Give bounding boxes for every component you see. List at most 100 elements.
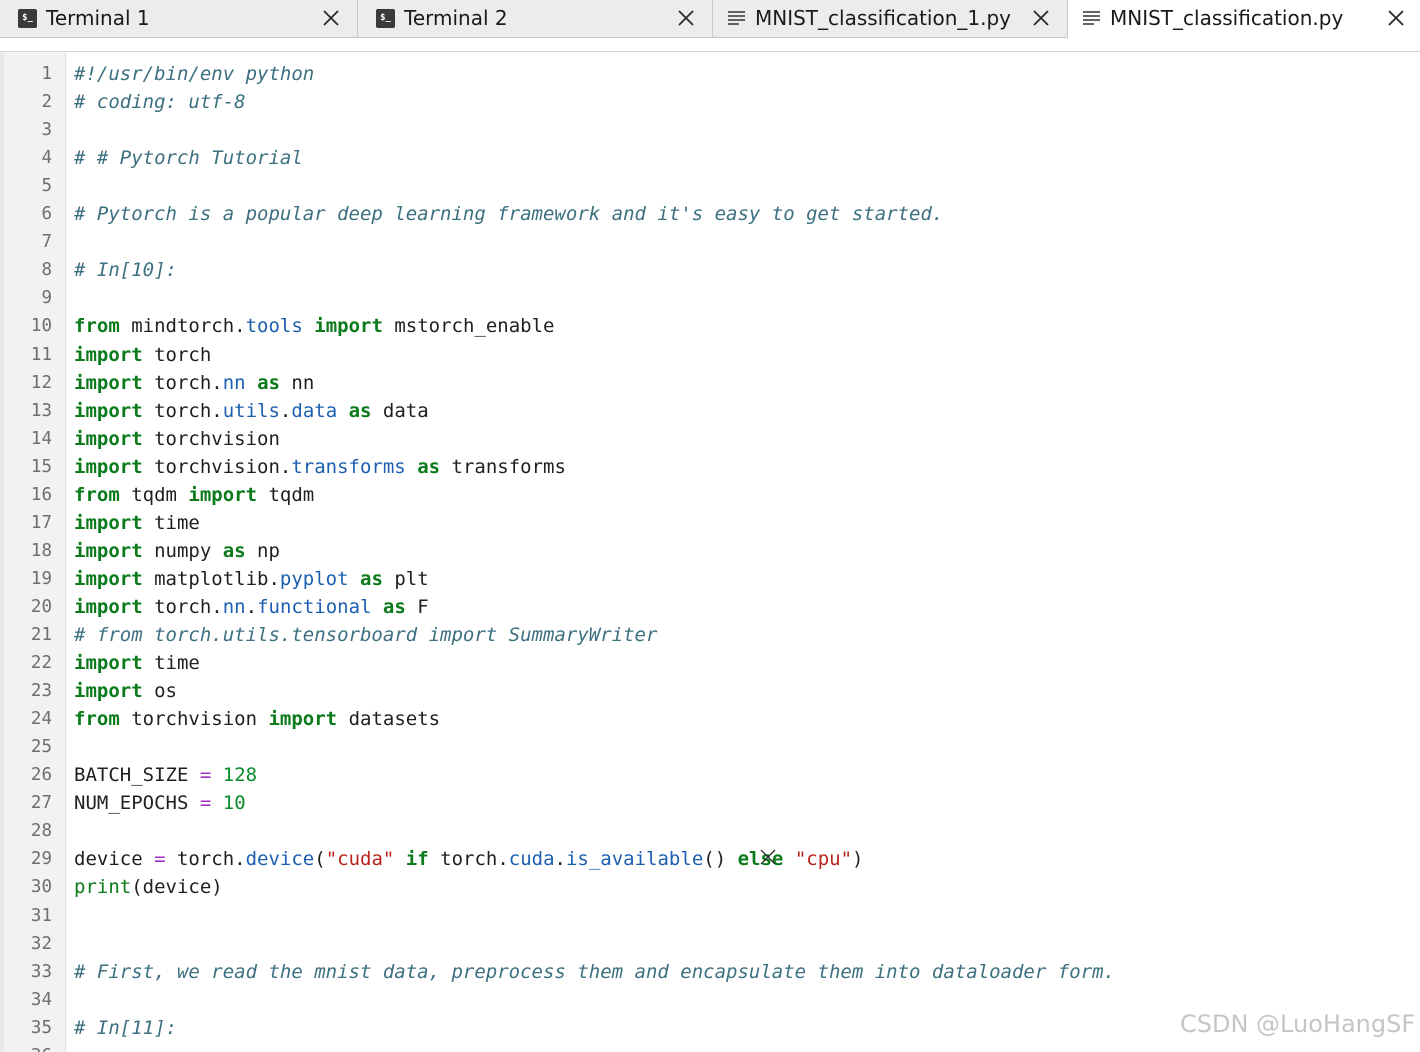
code-line[interactable]: 26 BATCH_SIZE = 128 — [0, 761, 1420, 789]
line-number: 18 — [30, 540, 52, 561]
code-token: ( — [314, 848, 326, 871]
code-token: import — [74, 455, 143, 478]
code-line[interactable]: 17 import time — [0, 509, 1420, 537]
code-line[interactable]: 12 import torch.nn as nn — [0, 369, 1420, 397]
line-number: 9 — [41, 288, 52, 309]
code-text: from tqdm import tqdm — [74, 481, 314, 509]
code-line[interactable]: 13 import torch.utils.data as data — [0, 397, 1420, 425]
code-line[interactable]: 22 import time — [0, 649, 1420, 677]
code-token: = — [199, 792, 212, 815]
code-token: import — [74, 343, 143, 366]
code-editor[interactable]: 1 #!/usr/bin/env python 2 # coding: utf-8 3 4… — [0, 52, 1420, 1052]
code-line[interactable]: 10 from mindtorch.tools import mstorch_en… — [0, 312, 1420, 340]
code-line[interactable]: 29 device = torch.device("cuda" if torch.… — [0, 845, 1420, 873]
line-number: 14 — [30, 428, 52, 449]
close-icon[interactable] — [1031, 8, 1051, 28]
tab-bar: $_ Terminal 1 $_ Terminal 2 MNIST_classi… — [0, 0, 1420, 38]
tab-mnist-classification[interactable]: MNIST_classification.py — [1068, 0, 1420, 38]
code-token: . — [245, 595, 258, 618]
code-text: # In[11]: — [74, 1014, 177, 1042]
code-line[interactable]: 33 # First, we read the mnist data, prepr… — [0, 958, 1420, 986]
code-token: is_available — [565, 848, 704, 871]
line-number: 2 — [41, 92, 52, 113]
code-text: # # Pytorch Tutorial — [74, 144, 303, 172]
code-line[interactable]: 25 — [0, 733, 1420, 761]
close-icon[interactable] — [1386, 8, 1406, 28]
code-token: = — [154, 848, 166, 871]
code-line[interactable]: 28 — [0, 817, 1420, 845]
code-token: import — [74, 539, 143, 562]
tab-label: Terminal 1 — [46, 6, 150, 30]
code-text: import torch.nn.functional as F — [74, 593, 429, 621]
code-line[interactable]: 27 NUM_EPOCHS = 10 — [0, 789, 1420, 817]
line-number: 13 — [30, 400, 52, 421]
line-number: 27 — [30, 793, 52, 814]
code-line[interactable]: 21 # from torch.utils.tensorboard import … — [0, 621, 1420, 649]
line-number: 30 — [30, 877, 52, 898]
line-number: 23 — [30, 681, 52, 702]
code-text: from mindtorch.tools import mstorch_enab… — [74, 312, 555, 340]
code-token: import — [74, 511, 143, 534]
line-number: 28 — [30, 821, 52, 842]
code-line[interactable]: 5 — [0, 172, 1420, 200]
line-number: 19 — [30, 568, 52, 589]
line-number: 21 — [30, 625, 52, 645]
code-text: import torch — [74, 341, 211, 369]
code-line[interactable]: 1 #!/usr/bin/env python — [0, 60, 1420, 88]
line-number: 24 — [30, 709, 52, 730]
code-line[interactable]: 7 — [0, 228, 1420, 256]
code-token: utils — [222, 399, 280, 422]
line-number: 11 — [30, 344, 52, 365]
code-token: # In[11]: — [74, 1016, 177, 1039]
code-line[interactable]: 6 # Pytorch is a popular deep learning fr… — [0, 200, 1420, 228]
code-line[interactable]: 20 import torch.nn.functional as F — [0, 593, 1420, 621]
close-icon[interactable] — [676, 8, 696, 28]
code-line[interactable]: 32 — [0, 930, 1420, 958]
code-line[interactable]: 19 import matplotlib.pyplot as plt — [0, 565, 1420, 593]
tab-terminal-1[interactable]: $_ Terminal 1 — [0, 0, 358, 37]
code-token: torch — [142, 343, 212, 366]
code-token: functional — [257, 595, 372, 618]
code-line[interactable]: 3 — [0, 116, 1420, 144]
code-line[interactable]: 9 — [0, 284, 1420, 312]
code-token: transforms — [440, 455, 566, 478]
tab-mnist-classification-1[interactable]: MNIST_classification_1.py — [713, 0, 1068, 37]
code-line[interactable]: 24 from torchvision import datasets — [0, 705, 1420, 733]
code-text: import torchvision.transforms as transfo… — [74, 453, 566, 481]
code-line[interactable]: 30 print(device) — [0, 873, 1420, 901]
code-text: # First, we read the mnist data, preproc… — [74, 958, 1115, 986]
code-token: as — [222, 539, 246, 562]
code-token: from — [74, 315, 120, 338]
code-token: data — [291, 399, 338, 422]
code-token: . — [279, 399, 292, 422]
tab-terminal-2[interactable]: $_ Terminal 2 — [358, 0, 713, 37]
code-token: # First, we read the mnist data, preproc… — [74, 960, 1115, 983]
code-line[interactable]: 23 import os — [0, 677, 1420, 705]
line-number: 36 — [4, 1042, 52, 1052]
code-text: #!/usr/bin/env python — [74, 60, 314, 88]
code-token: "cpu" — [794, 848, 853, 871]
line-number: 29 — [30, 849, 52, 870]
code-line[interactable]: 4 # # Pytorch Tutorial — [0, 144, 1420, 172]
code-token: matplotlib. — [142, 567, 280, 590]
code-line[interactable]: 2 # coding: utf-8 — [0, 88, 1420, 116]
line-number: 5 — [41, 176, 52, 197]
close-icon[interactable] — [321, 8, 341, 28]
code-token: ) — [852, 848, 864, 871]
code-line[interactable]: 11 import torch — [0, 341, 1420, 369]
code-token: 128 — [222, 764, 258, 787]
code-line[interactable]: 8 # In[10]: — [0, 256, 1420, 284]
code-line[interactable]: 15 import torchvision.transforms as trans… — [0, 453, 1420, 481]
code-line[interactable]: 16 from tqdm import tqdm — [0, 481, 1420, 509]
code-token: import — [188, 483, 258, 506]
code-token: mindtorch. — [119, 315, 246, 338]
code-line[interactable]: 31 — [0, 902, 1420, 930]
code-line[interactable]: 36 — [0, 1042, 1420, 1052]
line-number: 25 — [30, 737, 52, 758]
code-token: 10 — [222, 792, 246, 815]
code-line[interactable]: 14 import torchvision — [0, 425, 1420, 453]
code-line[interactable]: 18 import numpy as np — [0, 537, 1420, 565]
